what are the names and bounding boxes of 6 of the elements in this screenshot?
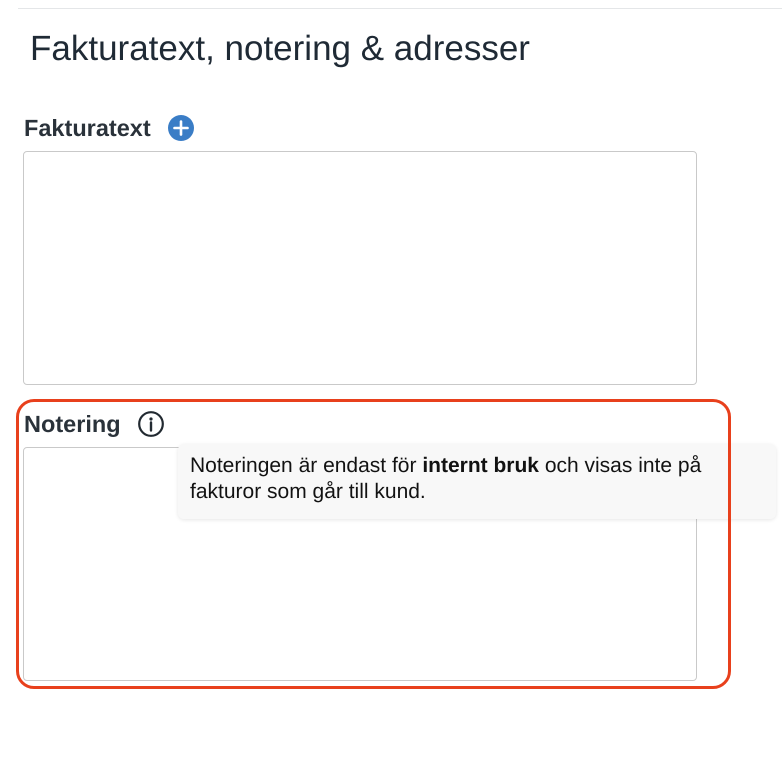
- plus-icon[interactable]: [168, 115, 194, 141]
- info-icon[interactable]: [138, 411, 164, 437]
- field-label: Notering: [24, 411, 121, 437]
- field-label: Fakturatext: [24, 115, 151, 141]
- tooltip: Noteringen är endast för internt bruk och visas inte på fakturor som går till kund.: [178, 444, 776, 519]
- section-heading: Fakturatext, notering & adresser: [30, 29, 531, 69]
